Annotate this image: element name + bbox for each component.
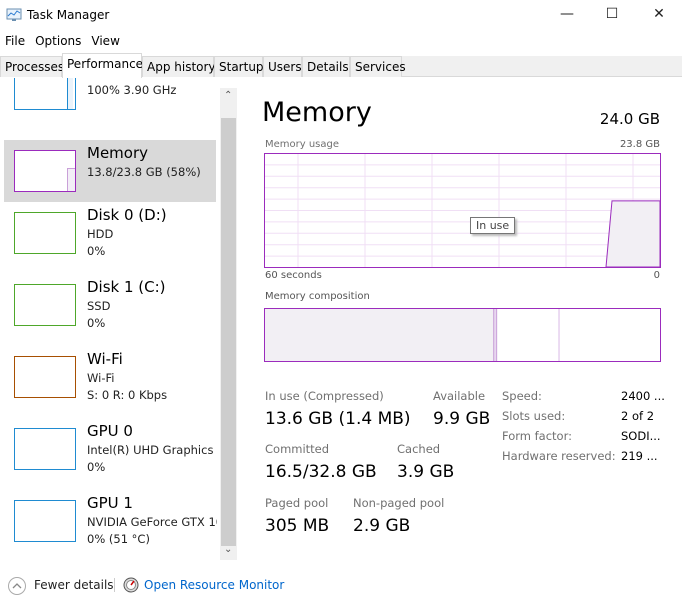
sidebar-item-name: GPU 1 (87, 494, 133, 512)
thumbnail-graph (14, 212, 76, 254)
stat-value: 3.9 GB (397, 462, 455, 482)
detail-value: 219 ... (621, 449, 658, 463)
tab-users[interactable]: Users (263, 56, 302, 77)
sidebar-item-value: 0% (87, 244, 106, 258)
detail-label: Form factor: (502, 429, 572, 443)
sidebar-item-value: S: 0 R: 0 Kbps (87, 388, 168, 402)
sidebar-item-name: Disk 0 (D:) (87, 206, 167, 224)
stat-label: Committed (265, 442, 330, 456)
stat-value: 13.6 GB (1.4 MB) (265, 409, 411, 429)
total-memory: 24.0 GB (599, 110, 660, 128)
tab-performance[interactable]: Performance (62, 53, 143, 78)
sidebar-item-gpu-0[interactable]: GPU 0 Intel(R) UHD Graphics 630 0% (4, 418, 217, 480)
tab-app-history[interactable]: App history (142, 56, 216, 77)
tab-details[interactable]: Details (302, 56, 350, 77)
chevron-up-circle-icon[interactable] (7, 576, 27, 596)
stat-value: 305 MB (265, 516, 330, 536)
sidebar-item-detail: NVIDIA GeForce GTX 1050 (87, 515, 217, 529)
thumbnail-graph (14, 500, 76, 542)
maximize-button[interactable]: ☐ (597, 6, 627, 22)
window-title: Task Manager (27, 8, 110, 22)
stat-value: 2.9 GB (353, 516, 411, 536)
sidebar-item-name: Disk 1 (C:) (87, 278, 166, 296)
menu-file[interactable]: File (5, 34, 25, 48)
memory-usage-graph (264, 153, 661, 268)
in-use-segment (264, 308, 495, 362)
sidebar-item-value: 0% (87, 460, 106, 474)
thumbnail-graph (14, 428, 76, 470)
sidebar-item-name: GPU 0 (87, 422, 133, 440)
sidebar-item-name: Wi-Fi (87, 350, 123, 368)
sidebar-item-name: Memory (87, 144, 149, 162)
thumbnail-graph (14, 284, 76, 326)
usage-max: 23.8 GB (619, 139, 660, 150)
tab-processes[interactable]: Processes (0, 56, 64, 77)
stat-label: Available (433, 389, 486, 403)
detail-value: SODI... (621, 429, 661, 443)
scrollbar-thumb[interactable] (221, 118, 236, 546)
stat-label: Non-paged pool (353, 496, 445, 510)
sidebar-item-name: CPU (87, 78, 118, 80)
fewer-details-button[interactable]: Fewer details (34, 578, 114, 592)
sidebar-item-gpu-1[interactable]: GPU 1 NVIDIA GeForce GTX 1050 0% (51 °C) (4, 490, 217, 552)
menu-view[interactable]: View (91, 34, 119, 48)
stat-label: Paged pool (265, 496, 329, 510)
stat-value: 9.9 GB (433, 409, 491, 429)
open-resource-monitor-link[interactable]: Open Resource Monitor (144, 578, 284, 592)
thumbnail-graph (14, 356, 76, 398)
detail-label: Hardware reserved: (502, 449, 616, 463)
menu-options[interactable]: Options (35, 34, 81, 48)
tab-bar: Processes Performance App history Startu… (0, 53, 682, 78)
page-title: Memory (262, 97, 372, 128)
time-right-label: 0 (653, 270, 660, 281)
detail-label: Speed: (502, 389, 542, 403)
sidebar-item-detail: Wi-Fi (87, 371, 115, 385)
usage-label: Memory usage (265, 139, 340, 150)
sidebar-scrollbar[interactable]: ⌃ ⌄ (220, 88, 237, 560)
sidebar-item-disk-1-c[interactable]: Disk 1 (C:) SSD 0% (4, 274, 216, 336)
detail-value: 2400 ... (621, 389, 665, 403)
task-manager-icon (6, 8, 22, 21)
sidebar: CPU 100% 3.90 GHz Memory 13.8/23.8 GB (5… (0, 78, 240, 560)
detail-label: Slots used: (502, 409, 566, 423)
tooltip: In use (470, 217, 516, 234)
thumbnail-graph (14, 78, 76, 110)
sidebar-item-detail: SSD (87, 299, 111, 313)
scroll-down-icon[interactable]: ⌄ (224, 544, 232, 555)
detail-value: 2 of 2 (621, 409, 655, 423)
sidebar-item-memory[interactable]: Memory 13.8/23.8 GB (58%) (4, 140, 216, 202)
thumbnail-graph (14, 150, 76, 192)
sidebar-item-disk-0-d[interactable]: Disk 0 (D:) HDD 0% (4, 202, 216, 264)
sidebar-item-cpu[interactable]: CPU 100% 3.90 GHz (4, 78, 216, 120)
sidebar-item-wi-fi[interactable]: Wi-Fi Wi-Fi S: 0 R: 0 Kbps (4, 346, 216, 408)
sidebar-item-value: 0% (87, 316, 106, 330)
stat-label: Cached (397, 442, 441, 456)
title-bar: Task Manager — ☐ ✕ (0, 0, 682, 32)
tab-startup[interactable]: Startup (214, 56, 264, 77)
time-left-label: 60 seconds (265, 270, 322, 281)
stat-value: 16.5/32.8 GB (265, 462, 377, 482)
sidebar-item-value: 0% (51 °C) (87, 532, 150, 546)
memory-composition-bar (264, 308, 661, 362)
sidebar-item-detail: 13.8/23.8 GB (58%) (87, 165, 201, 179)
scroll-up-icon[interactable]: ⌃ (224, 90, 232, 101)
stat-label: In use (Compressed) (265, 389, 384, 403)
close-button[interactable]: ✕ (644, 6, 674, 22)
resource-monitor-icon (123, 577, 139, 593)
sidebar-item-detail: HDD (87, 227, 114, 241)
menu-bar: File Options View (5, 34, 120, 48)
usage-area (605, 200, 661, 268)
sidebar-item-detail: 100% 3.90 GHz (87, 83, 177, 97)
sidebar-item-detail: Intel(R) UHD Graphics 630 (87, 443, 217, 457)
modified-segment (493, 308, 498, 362)
divider (114, 578, 115, 592)
minimize-button[interactable]: — (552, 6, 582, 22)
composition-label: Memory composition (265, 291, 370, 302)
tab-services[interactable]: Services (350, 56, 406, 77)
